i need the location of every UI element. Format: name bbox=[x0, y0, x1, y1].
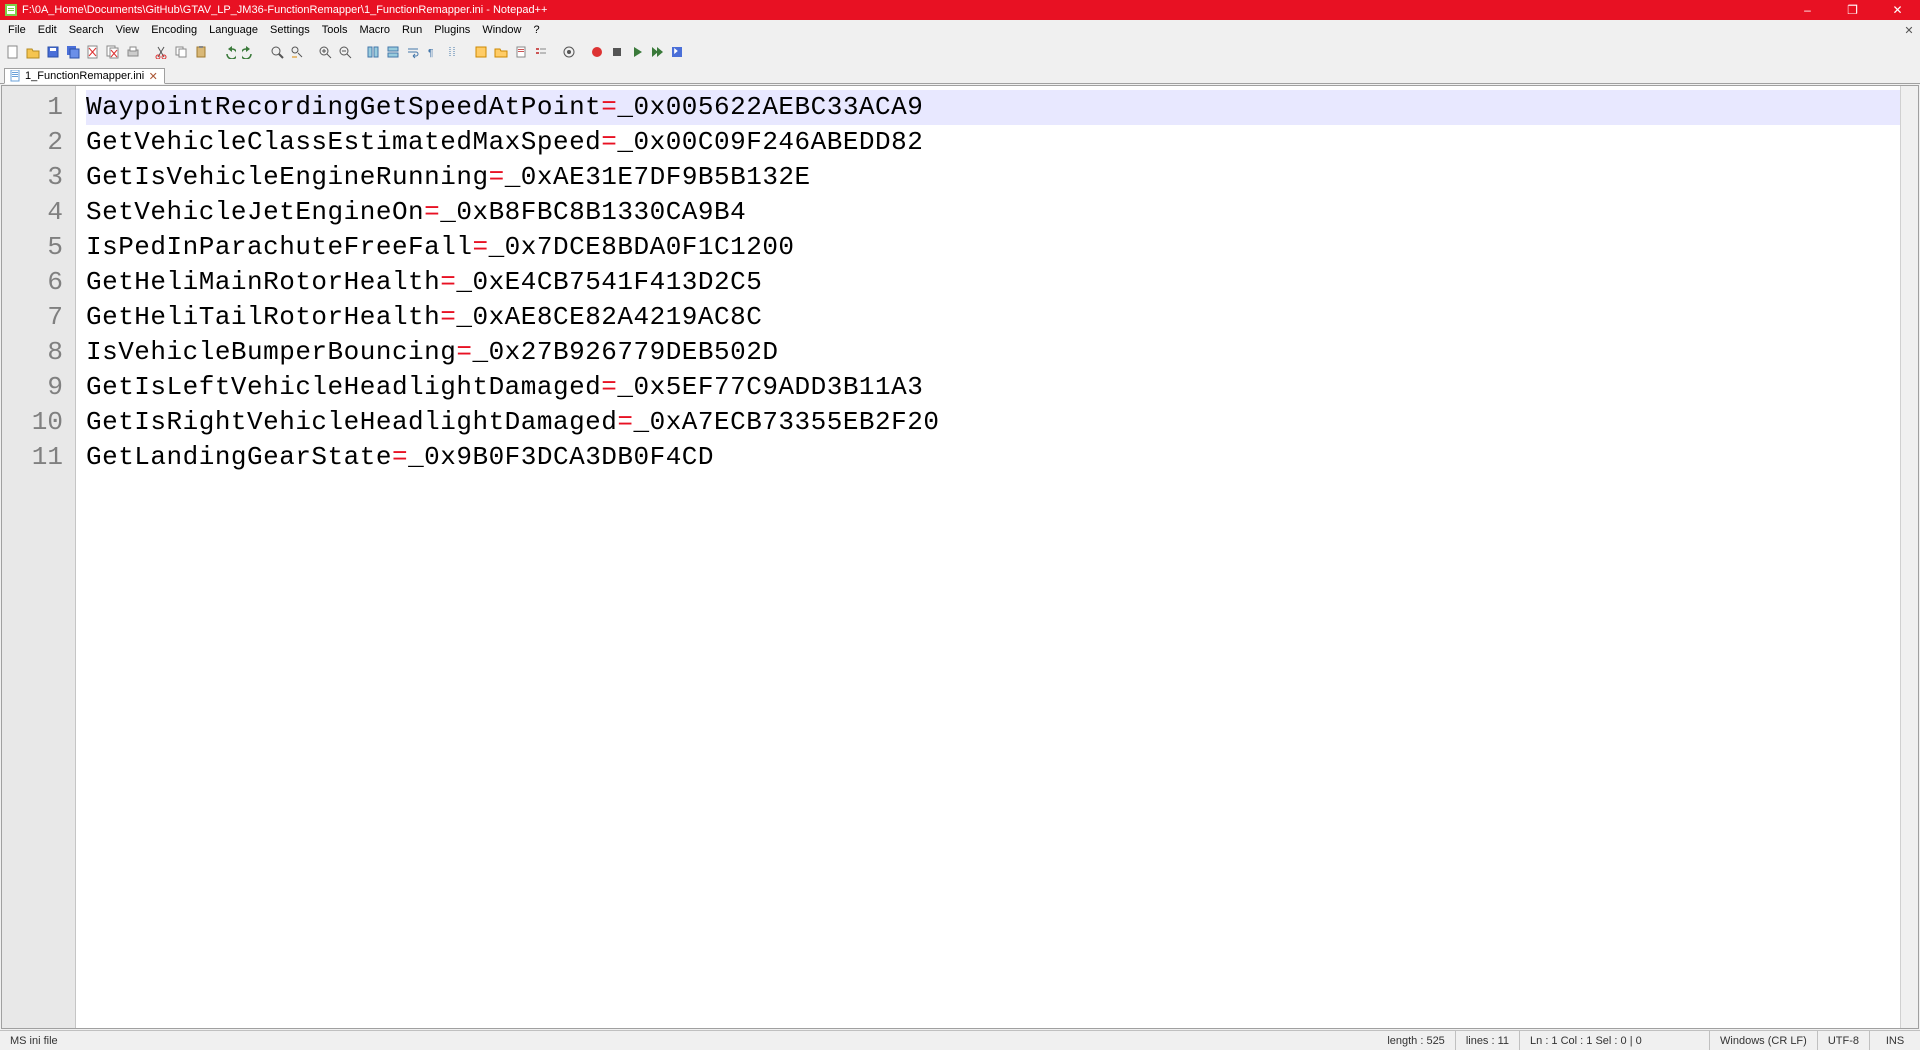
line-number: 10 bbox=[2, 405, 75, 440]
macro-stop-icon[interactable] bbox=[608, 43, 626, 61]
line-number: 9 bbox=[2, 370, 75, 405]
status-insert-mode: INS bbox=[1870, 1031, 1920, 1050]
code-line[interactable]: WaypointRecordingGetSpeedAtPoint=_0x0056… bbox=[86, 90, 1900, 125]
menu-tools[interactable]: Tools bbox=[316, 23, 354, 37]
all-chars-icon[interactable]: ¶ bbox=[424, 43, 442, 61]
doc-map-icon[interactable] bbox=[512, 43, 530, 61]
code-line[interactable]: GetIsVehicleEngineRunning=_0xAE31E7DF9B5… bbox=[86, 160, 1900, 195]
cut-icon[interactable] bbox=[152, 43, 170, 61]
code-line[interactable]: GetHeliTailRotorHealth=_0xAE8CE82A4219AC… bbox=[86, 300, 1900, 335]
code-line[interactable]: GetIsRightVehicleHeadlightDamaged=_0xA7E… bbox=[86, 405, 1900, 440]
status-eol: Windows (CR LF) bbox=[1710, 1031, 1818, 1050]
menu-encoding[interactable]: Encoding bbox=[145, 23, 203, 37]
tab-close-icon[interactable]: ✕ bbox=[148, 71, 158, 81]
minimize-button[interactable]: – bbox=[1785, 0, 1830, 20]
line-number: 2 bbox=[2, 125, 75, 160]
monitor-icon[interactable] bbox=[560, 43, 578, 61]
save-icon[interactable] bbox=[44, 43, 62, 61]
code-line[interactable]: IsVehicleBumperBouncing=_0x27B926779DEB5… bbox=[86, 335, 1900, 370]
menu-search[interactable]: Search bbox=[63, 23, 110, 37]
replace-icon[interactable] bbox=[288, 43, 306, 61]
func-list-icon[interactable] bbox=[532, 43, 550, 61]
maximize-button[interactable]: ❐ bbox=[1830, 0, 1875, 20]
menu-help[interactable]: ? bbox=[527, 23, 545, 37]
new-icon[interactable] bbox=[4, 43, 22, 61]
open-icon[interactable] bbox=[24, 43, 42, 61]
file-icon bbox=[9, 70, 21, 82]
line-number-gutter: 1234567891011 bbox=[2, 86, 76, 1028]
menu-view[interactable]: View bbox=[110, 23, 146, 37]
status-length: length : 525 bbox=[1377, 1031, 1456, 1050]
status-filetype: MS ini file bbox=[0, 1031, 140, 1050]
sync-v-icon[interactable] bbox=[364, 43, 382, 61]
macro-rec-icon[interactable] bbox=[588, 43, 606, 61]
status-lines: lines : 11 bbox=[1456, 1031, 1520, 1050]
undo-icon[interactable] bbox=[220, 43, 238, 61]
macro-save-icon[interactable] bbox=[668, 43, 686, 61]
sync-h-icon[interactable] bbox=[384, 43, 402, 61]
app-icon bbox=[4, 3, 18, 17]
code-line[interactable]: GetIsLeftVehicleHeadlightDamaged=_0x5EF7… bbox=[86, 370, 1900, 405]
macro-play-icon[interactable] bbox=[628, 43, 646, 61]
tab-file-1[interactable]: 1_FunctionRemapper.ini ✕ bbox=[4, 68, 165, 84]
vertical-scrollbar[interactable] bbox=[1900, 86, 1918, 1028]
menu-settings[interactable]: Settings bbox=[264, 23, 316, 37]
redo-icon[interactable] bbox=[240, 43, 258, 61]
menu-run[interactable]: Run bbox=[396, 23, 428, 37]
titlebar: F:\0A_Home\Documents\GitHub\GTAV_LP_JM36… bbox=[0, 0, 1920, 20]
menu-edit[interactable]: Edit bbox=[32, 23, 63, 37]
statusbar: MS ini file length : 525 lines : 11 Ln :… bbox=[0, 1030, 1920, 1050]
close-icon[interactable] bbox=[84, 43, 102, 61]
menu-language[interactable]: Language bbox=[203, 23, 264, 37]
indent-guide-icon[interactable] bbox=[444, 43, 462, 61]
print-icon[interactable] bbox=[124, 43, 142, 61]
zoom-out-icon[interactable] bbox=[336, 43, 354, 61]
line-number: 6 bbox=[2, 265, 75, 300]
code-line[interactable]: GetLandingGearState=_0x9B0F3DCA3DB0F4CD bbox=[86, 440, 1900, 475]
menu-plugins[interactable]: Plugins bbox=[428, 23, 476, 37]
line-number: 5 bbox=[2, 230, 75, 265]
save-all-icon[interactable] bbox=[64, 43, 82, 61]
macro-play-multi-icon[interactable] bbox=[648, 43, 666, 61]
menu-window[interactable]: Window bbox=[476, 23, 527, 37]
editor: 1234567891011 WaypointRecordingGetSpeedA… bbox=[1, 85, 1919, 1029]
menubar: File Edit Search View Encoding Language … bbox=[0, 20, 1920, 40]
code-line[interactable]: SetVehicleJetEngineOn=_0xB8FBC8B1330CA9B… bbox=[86, 195, 1900, 230]
menu-file[interactable]: File bbox=[2, 23, 32, 37]
line-number: 8 bbox=[2, 335, 75, 370]
folder-icon[interactable] bbox=[492, 43, 510, 61]
wrap-icon[interactable] bbox=[404, 43, 422, 61]
menu-macro[interactable]: Macro bbox=[353, 23, 396, 37]
tab-label: 1_FunctionRemapper.ini bbox=[25, 70, 144, 82]
code-area[interactable]: WaypointRecordingGetSpeedAtPoint=_0x0056… bbox=[76, 86, 1900, 1028]
menubar-close-icon[interactable]: ✕ bbox=[1900, 22, 1918, 38]
line-number: 7 bbox=[2, 300, 75, 335]
toolbar: ¶ bbox=[0, 40, 1920, 64]
zoom-in-icon[interactable] bbox=[316, 43, 334, 61]
code-line[interactable]: GetHeliMainRotorHealth=_0xE4CB7541F413D2… bbox=[86, 265, 1900, 300]
close-button[interactable]: ✕ bbox=[1875, 0, 1920, 20]
paste-icon[interactable] bbox=[192, 43, 210, 61]
copy-icon[interactable] bbox=[172, 43, 190, 61]
lang-icon[interactable] bbox=[472, 43, 490, 61]
line-number: 11 bbox=[2, 440, 75, 475]
code-line[interactable]: IsPedInParachuteFreeFall=_0x7DCE8BDA0F1C… bbox=[86, 230, 1900, 265]
line-number: 1 bbox=[2, 90, 75, 125]
line-number: 3 bbox=[2, 160, 75, 195]
svg-text:¶: ¶ bbox=[428, 48, 433, 59]
status-encoding: UTF-8 bbox=[1818, 1031, 1870, 1050]
code-line[interactable]: GetVehicleClassEstimatedMaxSpeed=_0x00C0… bbox=[86, 125, 1900, 160]
window-title: F:\0A_Home\Documents\GitHub\GTAV_LP_JM36… bbox=[22, 4, 1785, 16]
find-icon[interactable] bbox=[268, 43, 286, 61]
close-all-icon[interactable] bbox=[104, 43, 122, 61]
window-controls: – ❐ ✕ bbox=[1785, 0, 1920, 20]
tabbar: 1_FunctionRemapper.ini ✕ bbox=[0, 64, 1920, 84]
status-position: Ln : 1 Col : 1 Sel : 0 | 0 bbox=[1520, 1031, 1710, 1050]
line-number: 4 bbox=[2, 195, 75, 230]
